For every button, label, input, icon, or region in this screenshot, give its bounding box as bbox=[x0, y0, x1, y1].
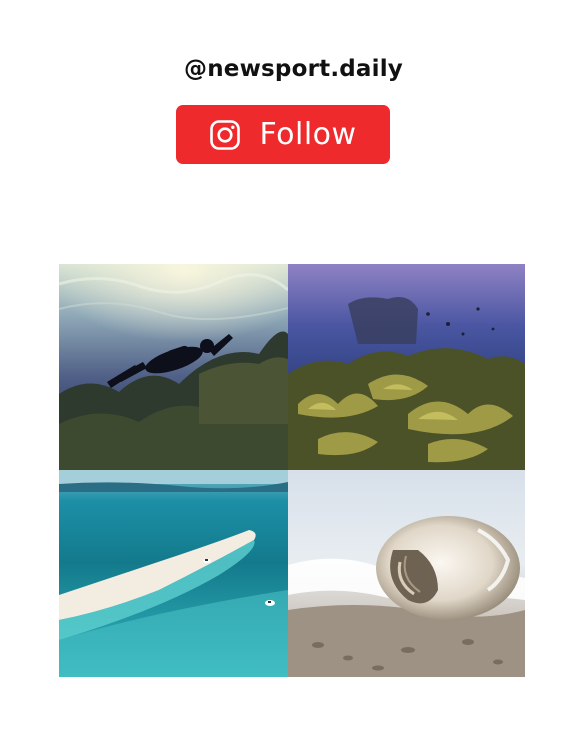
photo-scuba-diver[interactable] bbox=[59, 264, 288, 470]
photo-lagoon-sandbar[interactable] bbox=[59, 470, 288, 677]
instagram-widget: @newsport.daily Follow bbox=[0, 0, 587, 745]
photo-grid bbox=[59, 264, 525, 677]
photo-coral-reef[interactable] bbox=[288, 264, 525, 470]
photo-seashell[interactable] bbox=[288, 470, 525, 677]
follow-button[interactable]: Follow bbox=[176, 105, 390, 164]
instagram-icon bbox=[210, 119, 241, 150]
profile-handle[interactable]: @newsport.daily bbox=[0, 56, 587, 82]
follow-button-label: Follow bbox=[259, 117, 357, 152]
